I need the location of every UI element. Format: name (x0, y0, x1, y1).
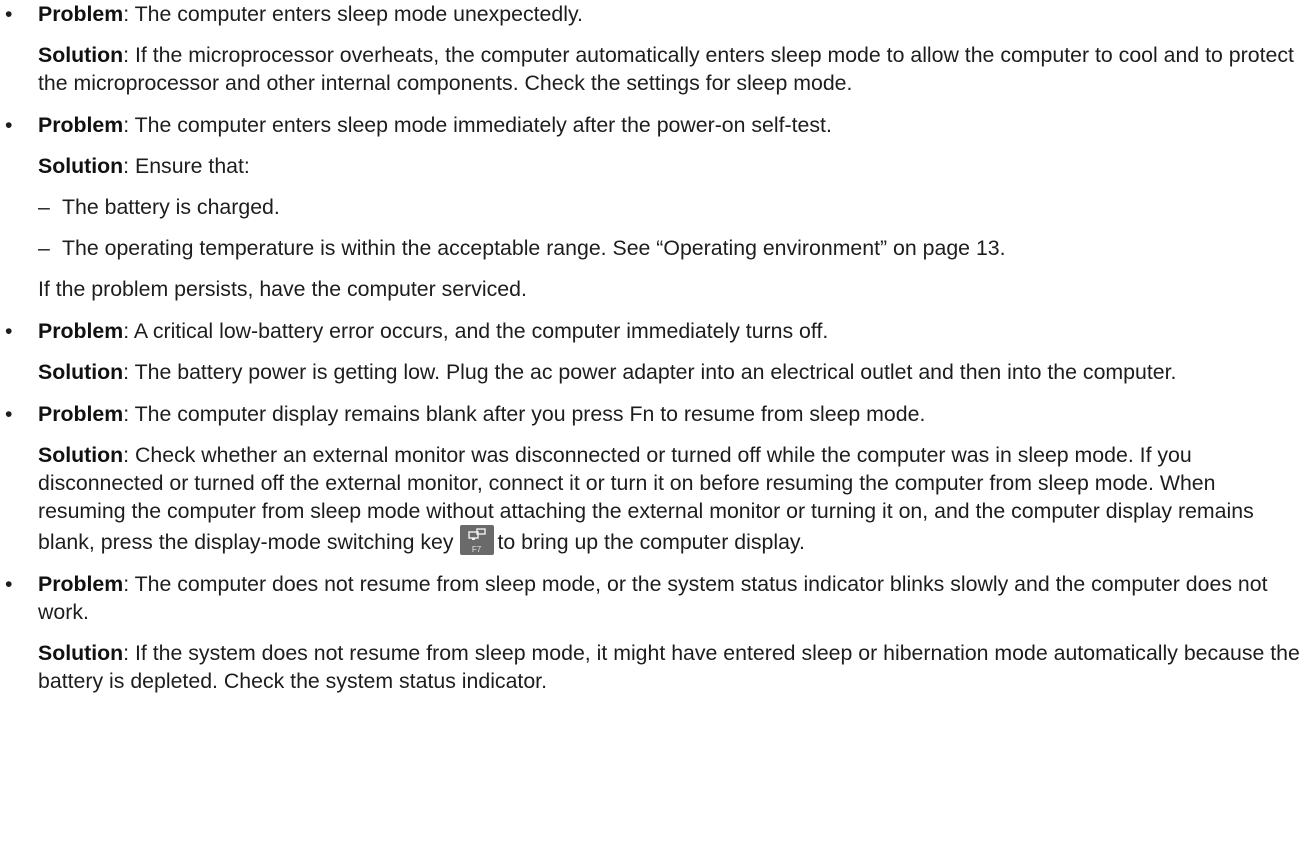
display-mode-icon (467, 528, 486, 540)
problem-text: : The computer enters sleep mode immedia… (123, 113, 832, 137)
solution-statement: Solution: The battery power is getting l… (38, 358, 1307, 386)
solution-statement: Solution: Ensure that: (38, 152, 1307, 180)
bullet (5, 317, 12, 345)
followup-note: If the problem persists, have the comput… (38, 277, 527, 301)
problem-label: Problem (38, 572, 124, 596)
solution-statement: Solution: If the microprocessor overheat… (38, 41, 1307, 97)
solution-text: : If the system does not resume from sle… (38, 641, 1300, 693)
solution-statement: Solution: If the system does not resume … (38, 639, 1307, 695)
list-item: Problem: The computer does not resume fr… (0, 570, 1307, 695)
list-item: Problem: The computer enters sleep mode … (0, 0, 1307, 97)
problem-label: Problem (38, 113, 124, 137)
solution-label: Solution (38, 443, 124, 467)
sub-list-item: The battery is charged. (38, 193, 1307, 221)
troubleshooting-list: Problem: The computer enters sleep mode … (0, 0, 1307, 695)
problem-text: : The computer display remains blank aft… (123, 402, 926, 426)
bullet (5, 400, 12, 428)
dash-marker (38, 193, 50, 221)
solution-text: : If the microprocessor overheats, the c… (38, 43, 1294, 95)
problem-label: Problem (38, 2, 124, 26)
solution-label: Solution (38, 360, 124, 384)
problem-statement: Problem: The computer display remains bl… (38, 400, 1307, 428)
problem-text: : A critical low-battery error occurs, a… (123, 319, 829, 343)
key-label: F7 (471, 545, 482, 554)
solution-label: Solution (38, 43, 124, 67)
problem-statement: Problem: A critical low-battery error oc… (38, 317, 1307, 345)
solution-text: : The battery power is getting low. Plug… (123, 360, 1177, 384)
sub-item-text: The battery is charged. (62, 195, 280, 219)
problem-statement: Problem: The computer enters sleep mode … (38, 0, 1307, 28)
problem-statement: Problem: The computer does not resume fr… (38, 570, 1307, 626)
solution-text-continued: to bring up the computer display. (497, 530, 805, 554)
problem-label: Problem (38, 319, 124, 343)
display-mode-key: F7 (459, 525, 494, 555)
solution-label: Solution (38, 154, 124, 178)
list-item: Problem: The computer display remains bl… (0, 400, 1307, 556)
problem-text: : The computer does not resume from slee… (38, 572, 1268, 624)
sub-list-item: The operating temperature is within the … (38, 234, 1307, 262)
dash-marker (38, 234, 50, 262)
list-item: Problem: The computer enters sleep mode … (0, 111, 1307, 303)
problem-label: Problem (38, 402, 124, 426)
sub-item-text: The operating temperature is within the … (62, 236, 1006, 260)
bullet (5, 111, 12, 139)
bullet (5, 0, 12, 28)
solution-text: : Ensure that: (123, 154, 250, 178)
solution-label: Solution (38, 641, 124, 665)
problem-text: : The computer enters sleep mode unexpec… (123, 2, 583, 26)
bullet (5, 570, 12, 598)
list-item: Problem: A critical low-battery error oc… (0, 317, 1307, 386)
solution-statement: Solution: Check whether an external moni… (38, 441, 1307, 556)
problem-statement: Problem: The computer enters sleep mode … (38, 111, 1307, 139)
